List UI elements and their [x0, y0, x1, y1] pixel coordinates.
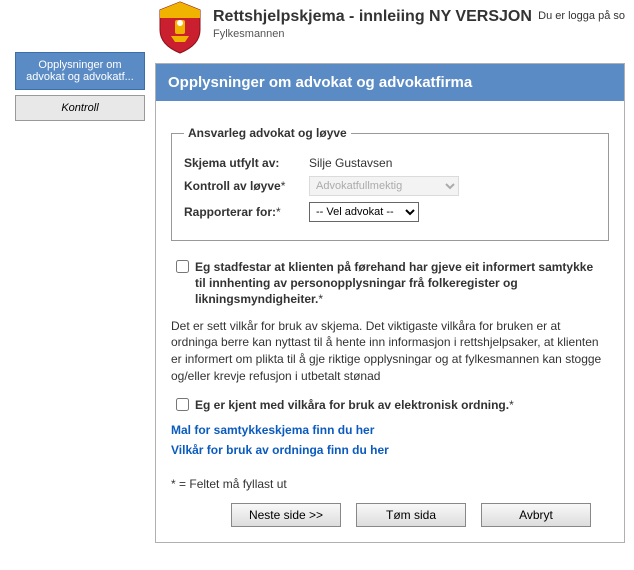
crest-icon — [155, 0, 205, 55]
required-footnote: * = Feltet må fyllast ut — [171, 477, 609, 491]
consent-label: Eg stadfestar at klienten på førehand ha… — [195, 259, 604, 308]
control-label: Kontroll av løyve* — [184, 179, 309, 193]
reports-label: Rapporterar for:* — [184, 205, 309, 219]
terms-checkbox[interactable] — [176, 398, 189, 411]
page-subtitle: Fylkesmannen — [213, 28, 625, 40]
sidebar-item-kontroll[interactable]: Kontroll — [15, 95, 145, 121]
cancel-button[interactable]: Avbryt — [481, 503, 591, 527]
login-status: Du er logga på so — [538, 10, 625, 22]
content-box: Ansvarleg advokat og løyve Skjema utfylt… — [155, 101, 625, 543]
sidebar-item-advokat[interactable]: Opplysninger om advokat og advokatf... — [15, 52, 145, 90]
control-select: Advokatfullmektig — [309, 176, 459, 196]
sidebar: Opplysninger om advokat og advokatf... K… — [15, 52, 145, 126]
button-row: Neste side >> Tøm sida Avbryt — [171, 503, 609, 527]
next-button[interactable]: Neste side >> — [231, 503, 341, 527]
clear-button[interactable]: Tøm sida — [356, 503, 466, 527]
terms-label: Eg er kjent med vilkåra for bruk av elek… — [195, 397, 514, 413]
lawyer-fieldset: Ansvarleg advokat og løyve Skjema utfylt… — [171, 126, 609, 241]
header: Rettshjelpskjema - innleiing NY VERSJON … — [155, 0, 625, 48]
fieldset-legend: Ansvarleg advokat og løyve — [184, 126, 351, 140]
consent-checkbox[interactable] — [176, 260, 189, 273]
link-terms[interactable]: Vilkår for bruk av ordninga finn du her — [171, 443, 609, 457]
reports-select[interactable]: -- Vel advokat -- — [309, 202, 419, 222]
section-heading: Opplysninger om advokat og advokatfirma — [155, 63, 625, 101]
filled-by-label: Skjema utfylt av: — [184, 156, 309, 170]
info-paragraph: Det er sett vilkår for bruk av skjema. D… — [171, 318, 609, 385]
link-template[interactable]: Mal for samtykkeskjema finn du her — [171, 423, 609, 437]
filled-by-value: Silje Gustavsen — [309, 156, 392, 170]
